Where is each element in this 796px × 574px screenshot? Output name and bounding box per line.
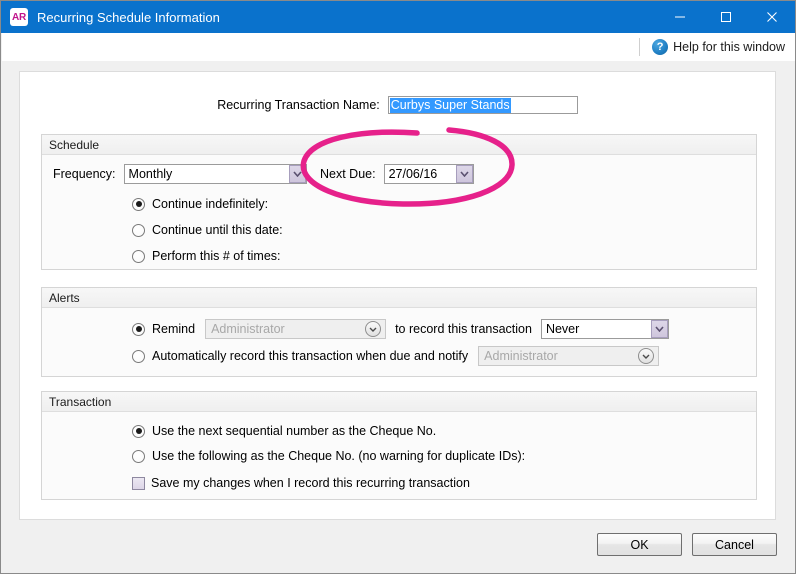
help-divider bbox=[639, 38, 640, 56]
chevron-down-circle-icon bbox=[636, 346, 656, 366]
window-title: Recurring Schedule Information bbox=[37, 9, 220, 25]
cancel-button[interactable]: Cancel bbox=[692, 533, 777, 556]
alerts-group: Alerts Remind Administrator to record th… bbox=[41, 287, 757, 377]
radio-icon[interactable] bbox=[132, 223, 145, 237]
dialog-content: Recurring Transaction Name: Curbys Super… bbox=[2, 61, 795, 573]
recurring-name-label: Recurring Transaction Name: bbox=[217, 98, 380, 112]
radio-icon[interactable] bbox=[132, 197, 145, 211]
alerts-remind-frequency-value: Never bbox=[545, 322, 580, 336]
transaction-option-label: Use the next sequential number as the Ch… bbox=[152, 424, 437, 438]
alerts-remind-row: Remind Administrator to record this tran… bbox=[132, 319, 669, 339]
schedule-option-label: Perform this # of times: bbox=[152, 249, 281, 263]
form-panel: Recurring Transaction Name: Curbys Super… bbox=[19, 71, 776, 520]
radio-icon[interactable] bbox=[132, 349, 145, 363]
frequency-row: Frequency: Monthly bbox=[53, 164, 307, 184]
help-link-label: Help for this window bbox=[673, 40, 785, 54]
alerts-remind-user-combo: Administrator bbox=[205, 319, 387, 339]
app-icon: AR bbox=[10, 8, 28, 26]
alerts-remind-frequency-combo[interactable]: Never bbox=[540, 319, 669, 339]
transaction-option-use-following[interactable]: Use the following as the Cheque No. (no … bbox=[132, 449, 525, 463]
alerts-group-title: Alerts bbox=[42, 288, 756, 308]
transaction-option-next-sequential[interactable]: Use the next sequential number as the Ch… bbox=[132, 424, 436, 438]
ok-button[interactable]: OK bbox=[597, 533, 682, 556]
schedule-option-label: Continue indefinitely: bbox=[152, 197, 269, 211]
schedule-option-continue-indefinitely[interactable]: Continue indefinitely: bbox=[132, 197, 268, 211]
chevron-down-icon[interactable] bbox=[455, 165, 473, 183]
alerts-remind-mid-label: to record this transaction bbox=[395, 322, 532, 336]
alerts-auto-label: Automatically record this transaction wh… bbox=[152, 349, 469, 363]
recurring-name-value: Curbys Super Stands bbox=[389, 97, 511, 113]
transaction-option-label: Use the following as the Cheque No. (no … bbox=[152, 449, 526, 463]
next-due-value: 27/06/16 bbox=[388, 167, 438, 181]
alerts-auto-row: Automatically record this transaction wh… bbox=[132, 346, 660, 366]
chevron-down-icon[interactable] bbox=[288, 165, 306, 183]
frequency-label: Frequency: bbox=[53, 167, 116, 181]
transaction-group-title: Transaction bbox=[42, 392, 756, 412]
schedule-option-continue-until-date[interactable]: Continue until this date: bbox=[132, 223, 283, 237]
help-bar: ? Help for this window bbox=[2, 33, 795, 62]
radio-icon[interactable] bbox=[132, 449, 145, 463]
next-due-combo[interactable]: 27/06/16 bbox=[383, 164, 474, 184]
next-due-row: Next Due: 27/06/16 bbox=[320, 164, 474, 184]
window-controls bbox=[657, 1, 795, 33]
frequency-value: Monthly bbox=[128, 167, 173, 181]
transaction-group: Transaction Use the next sequential numb… bbox=[41, 391, 757, 500]
radio-icon[interactable] bbox=[132, 322, 145, 336]
dialog-window: AR Recurring Schedule Information ? Help… bbox=[0, 0, 796, 574]
help-link[interactable]: ? Help for this window bbox=[652, 37, 785, 57]
radio-icon[interactable] bbox=[132, 424, 145, 438]
dialog-button-bar: OK Cancel bbox=[597, 533, 777, 556]
question-mark-icon: ? bbox=[652, 39, 669, 55]
frequency-combo[interactable]: Monthly bbox=[123, 164, 307, 184]
alerts-auto-user-value: Administrator bbox=[484, 349, 558, 363]
alerts-remind-label: Remind bbox=[152, 322, 196, 336]
recurring-name-input[interactable]: Curbys Super Stands bbox=[387, 96, 578, 114]
schedule-group-title: Schedule bbox=[42, 135, 756, 155]
radio-icon[interactable] bbox=[132, 249, 145, 263]
recurring-name-row: Recurring Transaction Name: Curbys Super… bbox=[20, 96, 775, 114]
close-icon[interactable] bbox=[749, 1, 795, 33]
schedule-option-label: Continue until this date: bbox=[152, 223, 283, 237]
schedule-option-perform-n-times[interactable]: Perform this # of times: bbox=[132, 249, 281, 263]
alerts-remind-user-value: Administrator bbox=[211, 322, 285, 336]
checkbox-icon[interactable] bbox=[132, 476, 145, 490]
chevron-down-icon[interactable] bbox=[650, 320, 668, 338]
transaction-save-changes-label: Save my changes when I record this recur… bbox=[151, 476, 470, 490]
next-due-label: Next Due: bbox=[320, 167, 376, 181]
chevron-down-circle-icon bbox=[363, 319, 383, 339]
schedule-group: Schedule Frequency: Monthly Next Due: 27… bbox=[41, 134, 757, 270]
alerts-auto-user-combo: Administrator bbox=[478, 346, 660, 366]
minimize-icon[interactable] bbox=[657, 1, 703, 33]
maximize-icon[interactable] bbox=[703, 1, 749, 33]
transaction-save-changes-checkbox[interactable]: Save my changes when I record this recur… bbox=[132, 476, 470, 490]
title-bar: AR Recurring Schedule Information bbox=[1, 1, 795, 33]
